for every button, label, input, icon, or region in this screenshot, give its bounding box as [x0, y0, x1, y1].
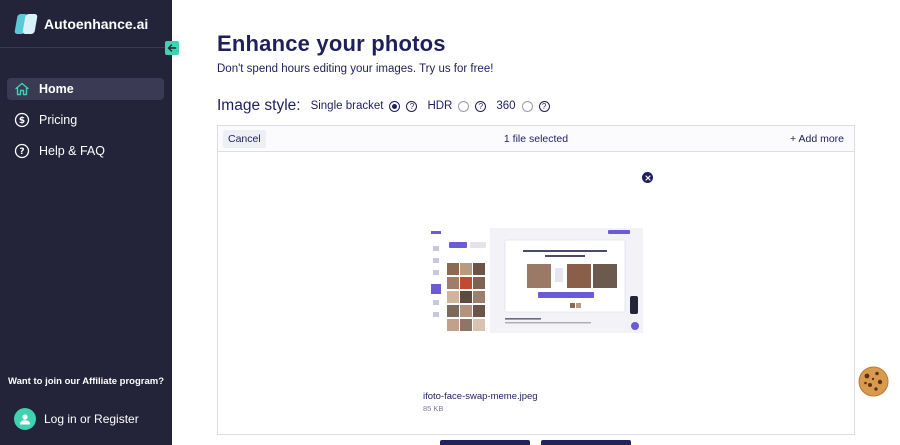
help-icon[interactable]: ? — [538, 100, 550, 112]
close-icon — [644, 174, 651, 181]
cookie-consent-button[interactable] — [858, 366, 889, 397]
add-more-button[interactable]: + Add more — [790, 133, 844, 145]
affiliate-link[interactable]: Want to join our Affiliate program? — [0, 376, 172, 387]
primary-action-button[interactable] — [440, 440, 530, 445]
page-title: Enhance your photos — [217, 31, 446, 56]
secondary-action-button[interactable] — [541, 440, 631, 445]
sidebar: Autoenhance.ai Home $ Pricing ? Help & F… — [0, 0, 172, 445]
sidebar-item-pricing[interactable]: $ Pricing — [7, 109, 164, 131]
home-icon — [13, 80, 31, 98]
brand-name: Autoenhance.ai — [44, 16, 149, 32]
cookie-icon — [858, 366, 889, 397]
radio-single-bracket[interactable] — [389, 100, 401, 112]
page-subtitle: Don't spend hours editing your images. T… — [217, 63, 494, 75]
option-hdr-label[interactable]: HDR — [427, 100, 452, 112]
svg-text:$: $ — [19, 116, 25, 126]
svg-text:?: ? — [19, 147, 24, 157]
option-single-bracket-label[interactable]: Single bracket — [311, 100, 384, 112]
collapse-sidebar-button[interactable] — [165, 41, 179, 55]
image-style-label: Image style: — [217, 97, 301, 114]
sidebar-nav: Home $ Pricing ? Help & FAQ — [7, 78, 164, 171]
file-thumbnail — [425, 228, 643, 333]
remove-file-button[interactable] — [642, 172, 653, 183]
help-icon: ? — [13, 142, 31, 160]
radio-hdr[interactable] — [458, 100, 470, 112]
sidebar-item-label: Pricing — [39, 113, 78, 127]
files-selected-count: 1 file selected — [503, 132, 569, 145]
image-style-selector: Image style: Single bracket ? HDR ? 360 … — [217, 96, 560, 116]
radio-360[interactable] — [521, 100, 533, 112]
help-icon[interactable]: ? — [475, 100, 487, 112]
upload-toolbar: Cancel 1 file selected + Add more — [218, 126, 854, 152]
brand-logo-icon — [14, 13, 38, 35]
sidebar-item-home[interactable]: Home — [7, 78, 164, 100]
sidebar-item-label: Help & FAQ — [39, 144, 105, 158]
dollar-icon: $ — [13, 111, 31, 129]
sidebar-item-help[interactable]: ? Help & FAQ — [7, 140, 164, 162]
login-register-button[interactable]: Log in or Register — [14, 408, 139, 430]
login-label: Log in or Register — [44, 412, 139, 426]
arrow-left-icon — [167, 44, 177, 52]
file-size: 85 KB — [423, 404, 444, 413]
thumbnail-preview-image — [425, 228, 643, 333]
file-name: ifoto-face-swap-meme.jpeg — [423, 391, 538, 402]
user-icon — [14, 408, 36, 430]
brand[interactable]: Autoenhance.ai — [14, 12, 148, 36]
help-icon[interactable]: ? — [406, 100, 418, 112]
cancel-button[interactable]: Cancel — [223, 129, 266, 148]
option-360-label[interactable]: 360 — [496, 100, 515, 112]
sidebar-item-label: Home — [39, 82, 74, 96]
sidebar-divider — [0, 47, 172, 48]
